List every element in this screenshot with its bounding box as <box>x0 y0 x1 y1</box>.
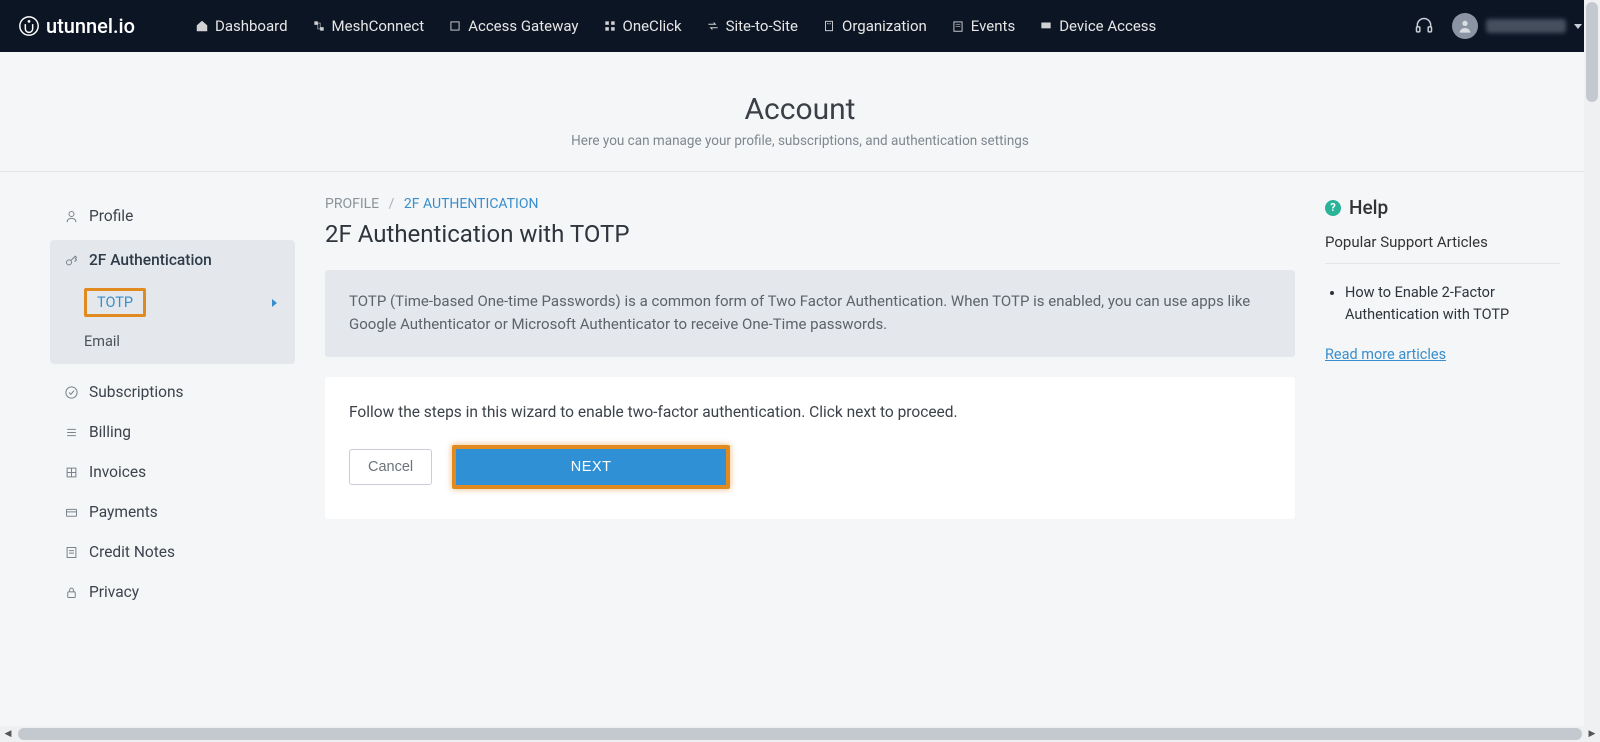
info-box: TOTP (Time-based One-time Passwords) is … <box>325 270 1295 357</box>
nav-label: Site-to-Site <box>726 17 798 35</box>
sidebar-group-2fa: 2F Authentication TOTP Email <box>50 240 295 364</box>
nav-device-access[interactable]: Device Access <box>1039 17 1156 35</box>
list-icon <box>64 425 79 440</box>
sidebar-item-label: 2F Authentication <box>89 251 212 269</box>
help-subtitle: Popular Support Articles <box>1325 233 1560 251</box>
breadcrumb: PROFILE / 2F AUTHENTICATION <box>325 196 1295 212</box>
sidebar-item-invoices[interactable]: Invoices <box>50 452 295 492</box>
user-menu[interactable] <box>1452 13 1582 39</box>
help-heading: ? Help <box>1325 196 1560 219</box>
events-icon <box>951 19 965 33</box>
sidebar-item-billing[interactable]: Billing <box>50 412 295 452</box>
nav-access-gateway[interactable]: Access Gateway <box>448 17 578 35</box>
breadcrumb-root[interactable]: PROFILE <box>325 196 379 212</box>
scrollbar-horizontal[interactable]: ◀ ▶ <box>0 726 1600 742</box>
note-icon <box>64 545 79 560</box>
help-article[interactable]: How to Enable 2-Factor Authentication wi… <box>1345 282 1560 326</box>
help-article-list: How to Enable 2-Factor Authentication wi… <box>1325 282 1560 326</box>
wizard-instructions: Follow the steps in this wizard to enabl… <box>349 403 1271 421</box>
chevron-right-icon <box>272 299 277 307</box>
scroll-track[interactable] <box>18 728 1582 740</box>
scroll-left-icon[interactable]: ◀ <box>0 726 16 742</box>
nav-label: MeshConnect <box>332 17 425 35</box>
nav-right <box>1414 13 1582 39</box>
breadcrumb-current[interactable]: 2F AUTHENTICATION <box>404 196 539 212</box>
sidebar-item-2fa[interactable]: 2F Authentication <box>50 240 295 280</box>
page-header: Account Here you can manage your profile… <box>0 52 1600 172</box>
brand-text: utunnel.io <box>46 14 135 38</box>
help-more-link[interactable]: Read more articles <box>1325 346 1560 363</box>
card-icon <box>64 505 79 520</box>
sidebar-item-label: Credit Notes <box>89 543 175 561</box>
help-panel: ? Help Popular Support Articles How to E… <box>1325 196 1560 612</box>
caret-down-icon <box>1574 24 1582 29</box>
layout: Profile 2F Authentication TOTP Email Sub… <box>0 172 1600 612</box>
top-nav: utunnel.io Dashboard MeshConnect Access … <box>0 0 1600 52</box>
user-icon <box>64 209 79 224</box>
sidebar-item-label: Subscriptions <box>89 383 184 401</box>
headset-icon[interactable] <box>1414 16 1434 36</box>
wizard-card: Follow the steps in this wizard to enabl… <box>325 377 1295 519</box>
avatar <box>1452 13 1478 39</box>
main-content: PROFILE / 2F AUTHENTICATION 2F Authentic… <box>325 196 1295 612</box>
nav-label: Events <box>971 17 1015 35</box>
next-button-highlight: NEXT <box>452 445 730 489</box>
sidebar-item-label: Payments <box>89 503 158 521</box>
sidebar-item-label: Billing <box>89 423 131 441</box>
nav-events[interactable]: Events <box>951 17 1015 35</box>
nav-label: Device Access <box>1059 17 1156 35</box>
nav-oneclick[interactable]: OneClick <box>603 17 682 35</box>
info-text: TOTP (Time-based One-time Passwords) is … <box>349 292 1250 333</box>
nav-meshconnect[interactable]: MeshConnect <box>312 17 425 35</box>
nav-items: Dashboard MeshConnect Access Gateway One… <box>195 17 1156 35</box>
nav-organization[interactable]: Organization <box>822 17 927 35</box>
scroll-right-icon[interactable]: ▶ <box>1584 726 1600 742</box>
section-heading: 2F Authentication with TOTP <box>325 220 1295 248</box>
sidebar-sub-label: TOTP <box>84 288 146 317</box>
sidebar-item-subscriptions[interactable]: Subscriptions <box>50 372 295 412</box>
sidebar-item-privacy[interactable]: Privacy <box>50 572 295 612</box>
sidebar-item-profile[interactable]: Profile <box>50 196 295 236</box>
sidebar-sub-label: Email <box>84 333 120 350</box>
nav-site-to-site[interactable]: Site-to-Site <box>706 17 798 35</box>
mesh-icon <box>312 19 326 33</box>
nav-label: Access Gateway <box>468 17 578 35</box>
nav-dashboard[interactable]: Dashboard <box>195 17 288 35</box>
sidebar-item-payments[interactable]: Payments <box>50 492 295 532</box>
home-icon <box>195 19 209 33</box>
brand-logo[interactable]: utunnel.io <box>18 14 135 38</box>
oneclick-icon <box>603 19 617 33</box>
person-icon <box>1457 18 1473 34</box>
question-icon: ? <box>1325 200 1341 216</box>
scrollbar-vertical[interactable] <box>1584 0 1600 742</box>
grid-icon <box>64 465 79 480</box>
brand-icon <box>18 15 40 37</box>
org-icon <box>822 19 836 33</box>
button-row: Cancel NEXT <box>349 445 1271 489</box>
page-title: Account <box>0 92 1600 127</box>
sidebar-sub-totp[interactable]: TOTP <box>50 280 295 325</box>
device-icon <box>1039 19 1053 33</box>
sidebar-item-label: Profile <box>89 207 133 225</box>
nav-label: Dashboard <box>215 17 288 35</box>
cancel-button[interactable]: Cancel <box>349 449 432 485</box>
next-button[interactable]: NEXT <box>456 449 726 485</box>
nav-label: Organization <box>842 17 927 35</box>
sidebar-sub-email[interactable]: Email <box>50 325 295 358</box>
key-icon <box>64 253 79 268</box>
sidebar-item-credit-notes[interactable]: Credit Notes <box>50 532 295 572</box>
check-circle-icon <box>64 385 79 400</box>
lock-icon <box>64 585 79 600</box>
breadcrumb-sep: / <box>389 196 395 212</box>
page-subtitle: Here you can manage your profile, subscr… <box>0 133 1600 149</box>
user-name <box>1486 19 1566 33</box>
help-divider <box>1325 263 1560 264</box>
sidebar: Profile 2F Authentication TOTP Email Sub… <box>50 196 295 612</box>
sidebar-item-label: Invoices <box>89 463 146 481</box>
sidebar-item-label: Privacy <box>89 583 139 601</box>
help-title: Help <box>1349 196 1388 219</box>
gateway-icon <box>448 19 462 33</box>
swap-icon <box>706 19 720 33</box>
nav-label: OneClick <box>623 17 682 35</box>
